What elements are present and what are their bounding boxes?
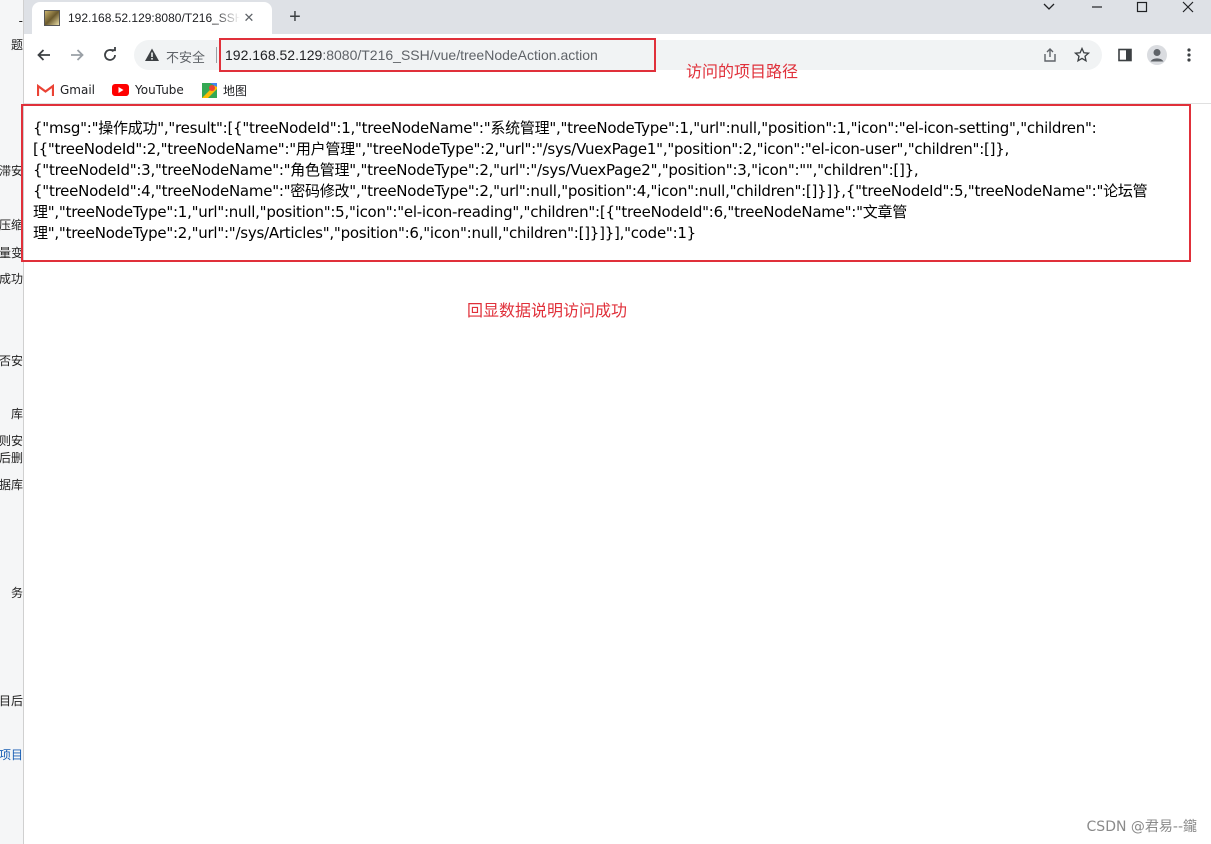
maps-icon [202,82,217,98]
warning-icon[interactable] [144,47,160,63]
youtube-icon [112,84,129,96]
chevron-down-icon[interactable] [1029,0,1069,14]
side-panel-icon[interactable] [1112,42,1138,68]
bg-fragment: 题 [10,38,23,52]
bg-fragment: 据库 [0,478,23,492]
bg-fragment: 后删 [0,451,23,465]
bg-fragment: 项目后 [0,694,23,708]
tab-strip: 192.168.52.129:8080/T216_SSH/vue/treeNod… [24,0,1211,34]
bookmark-youtube[interactable]: YouTube [112,81,184,99]
response-annotation-label: 回显数据说明访问成功 [467,301,628,320]
star-icon[interactable] [1072,45,1092,65]
active-tab[interactable]: 192.168.52.129:8080/T216_SSH/vue/treeNod… [32,2,272,34]
bg-fragment: 库 [10,407,23,421]
bg-fragment: 务 [10,586,23,600]
site-favicon-icon [44,10,60,26]
bg-fragment: 压缩 [0,218,23,232]
kebab-menu-icon[interactable] [1176,42,1202,68]
screenshot-root: - 题 滞安 压缩 量变 都成功 是否安 库 否则安 后删 据库 务 项目后 项… [0,0,1211,844]
window-close-icon[interactable] [1168,0,1208,14]
bg-fragment: 滞安 [0,164,23,178]
security-status-label[interactable]: 不安全 [166,47,205,66]
bookmark-label: YouTube [135,83,184,97]
gmail-icon [37,83,54,96]
bookmark-maps[interactable]: 地图 [202,81,247,99]
url-highlight-box [219,38,656,72]
bookmark-label: Gmail [60,83,96,97]
bg-fragment: 项目 [0,748,23,762]
response-highlight-box [21,104,1191,262]
url-annotation-label: 访问的项目路径 [686,62,799,81]
profile-avatar-icon[interactable] [1144,42,1170,68]
new-tab-button[interactable]: + [284,6,306,28]
minimize-icon[interactable] [1077,0,1117,14]
bookmark-gmail[interactable]: Gmail [37,81,95,99]
maximize-icon[interactable] [1122,0,1162,14]
forward-arrow-icon[interactable] [64,42,90,68]
close-icon[interactable]: ✕ [240,9,258,27]
address-divider [216,47,217,63]
bg-fragment: 是否安 [0,354,23,368]
bg-fragment: - [18,14,23,28]
tab-title: 192.168.52.129:8080/T216_SSH/vue/treeNod… [68,11,240,25]
reload-icon[interactable] [97,42,123,68]
bg-fragment: 否则安 [0,434,23,448]
bg-fragment: 量变 [0,246,23,260]
share-icon[interactable] [1040,45,1060,65]
bookmark-label: 地图 [223,83,248,98]
back-arrow-icon[interactable] [31,42,57,68]
bookmarks-bar: Gmail YouTube 地图 [24,76,1211,104]
csdn-watermark: CSDN @君易--鑨 [1086,819,1197,835]
bg-fragment: 都成功 [0,272,23,286]
